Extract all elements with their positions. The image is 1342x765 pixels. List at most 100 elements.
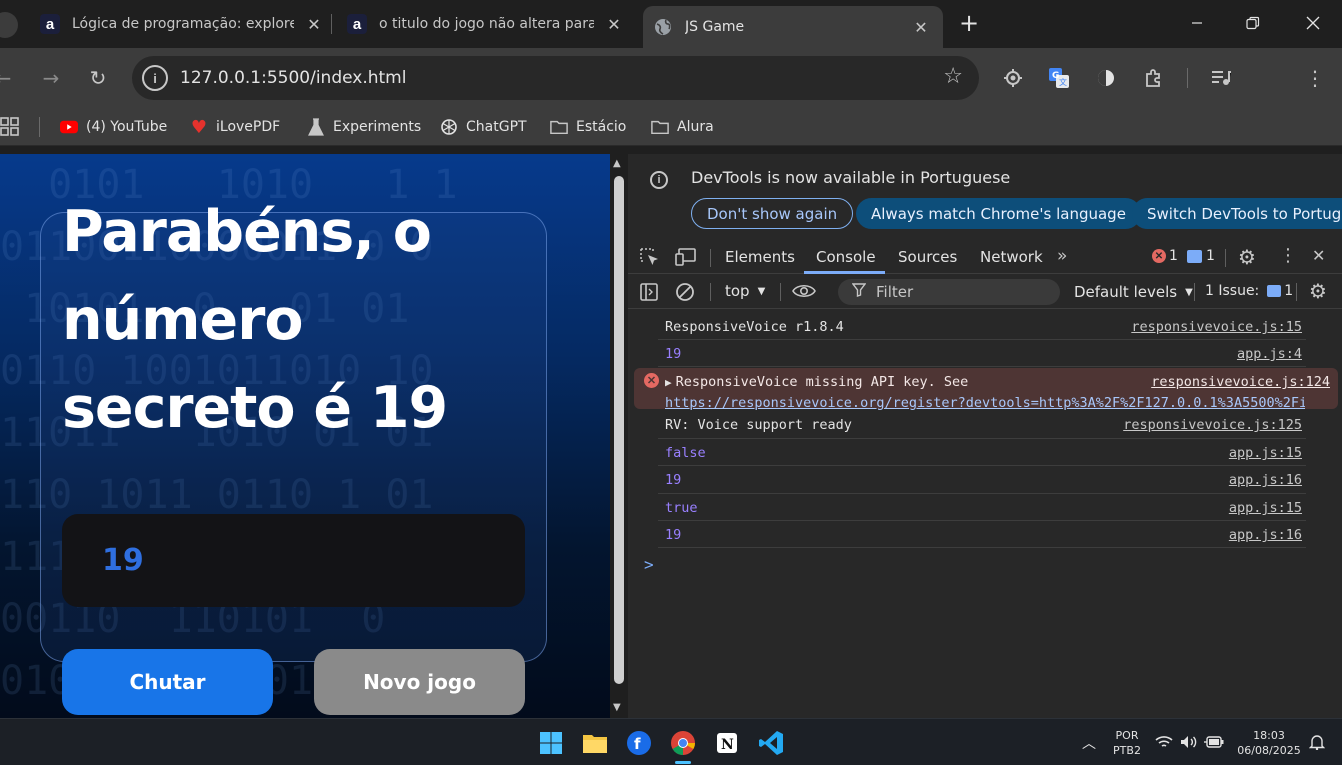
- tab-console[interactable]: Console: [816, 248, 876, 266]
- tab-titulo-jogo[interactable]: a o titulo do jogo não altera para ✕: [337, 6, 637, 42]
- bookmarks-separator: [39, 117, 40, 137]
- dark-mode-icon[interactable]: [1089, 61, 1123, 95]
- tab-network[interactable]: Network: [980, 248, 1043, 266]
- log-levels-dropdown[interactable]: Default levels ▼: [1074, 283, 1193, 301]
- message-icon: [1187, 249, 1202, 263]
- address-bar[interactable]: i 127.0.0.1:5500/index.html ☆: [132, 56, 979, 100]
- media-controls-icon[interactable]: [1204, 61, 1238, 95]
- menu-kebab-icon[interactable]: ⋮: [1298, 61, 1332, 95]
- live-expression-eye-icon[interactable]: [792, 283, 816, 299]
- tab-elements[interactable]: Elements: [725, 248, 795, 266]
- context-selector[interactable]: top ▼: [725, 282, 765, 300]
- bookmark-chatgpt[interactable]: ChatGPT: [440, 116, 527, 138]
- tab-logica-programacao[interactable]: a Lógica de programação: explore ✕: [30, 6, 330, 42]
- notion-icon[interactable]: N: [712, 728, 742, 758]
- bar-separator: [710, 283, 711, 301]
- tab-js-game[interactable]: JS Game ✕: [643, 6, 943, 48]
- console-source-link[interactable]: app.js:4: [1237, 346, 1302, 362]
- console-source-link[interactable]: app.js:16: [1229, 527, 1302, 543]
- page-scrollbar[interactable]: ▲ ▼: [610, 154, 628, 718]
- close-icon[interactable]: ✕: [911, 17, 931, 37]
- console-source-link[interactable]: app.js:15: [1229, 445, 1302, 461]
- volume-icon[interactable]: [1180, 734, 1198, 753]
- tab-search-button[interactable]: [0, 12, 18, 38]
- tray-overflow-chevron-icon[interactable]: ︿: [1082, 733, 1096, 753]
- scroll-down-icon[interactable]: ▼: [613, 702, 621, 713]
- console-source-link[interactable]: responsivevoice.js:125: [1123, 417, 1302, 433]
- file-explorer-icon[interactable]: [580, 728, 610, 758]
- more-tabs-icon[interactable]: »: [1057, 246, 1067, 266]
- message-count-badge[interactable]: 1: [1187, 248, 1215, 264]
- bookmark-estacio[interactable]: Estácio: [550, 116, 626, 138]
- guess-button[interactable]: Chutar: [62, 649, 273, 715]
- forward-icon[interactable]: →: [34, 61, 68, 95]
- console-row: 19 app.js:16: [658, 466, 1306, 494]
- bookmark-label: iLovePDF: [216, 119, 281, 135]
- bookmark-alura[interactable]: Alura: [651, 116, 714, 138]
- url-text[interactable]: 127.0.0.1:5500/index.html: [180, 68, 406, 88]
- bookmark-ilovepdf[interactable]: ♥ iLovePDF: [190, 116, 280, 138]
- console-settings-gear-icon[interactable]: ⚙: [1309, 279, 1327, 303]
- scroll-up-icon[interactable]: ▲: [613, 158, 621, 169]
- scrollbar-thumb[interactable]: [614, 176, 624, 684]
- match-language-button[interactable]: Always match Chrome's language: [856, 198, 1141, 229]
- close-devtools-icon[interactable]: ✕: [1312, 246, 1325, 265]
- switch-language-button[interactable]: Switch DevTools to Portuguese: [1132, 198, 1342, 229]
- dont-show-again-button[interactable]: Don't show again: [691, 198, 854, 229]
- input-language-indicator[interactable]: POR PTB2: [1110, 728, 1144, 758]
- back-icon[interactable]: ←: [0, 61, 20, 95]
- guess-input[interactable]: 19: [62, 514, 525, 607]
- reload-icon[interactable]: ↻: [81, 61, 115, 95]
- device-toolbar-icon[interactable]: [675, 248, 697, 266]
- expand-triangle-icon[interactable]: ▶: [665, 376, 672, 389]
- console-text: 19: [665, 472, 682, 488]
- vscode-icon[interactable]: [756, 728, 786, 758]
- console-source-link[interactable]: app.js:16: [1229, 472, 1302, 488]
- console-prompt[interactable]: >: [644, 555, 654, 574]
- bookmark-youtube[interactable]: (4) YouTube: [60, 116, 167, 138]
- console-source-link[interactable]: responsivevoice.js:124: [1151, 374, 1330, 390]
- fastmail-icon[interactable]: f: [624, 728, 654, 758]
- new-tab-button[interactable]: +: [956, 9, 982, 37]
- register-link[interactable]: https://responsivevoice.org/register?dev…: [665, 395, 1305, 411]
- close-icon[interactable]: ✕: [304, 14, 324, 34]
- battery-icon[interactable]: [1204, 734, 1224, 753]
- banner-message: DevTools is now available in Portuguese: [691, 168, 1011, 187]
- console-source-link[interactable]: responsivevoice.js:15: [1131, 319, 1302, 335]
- start-windows-icon[interactable]: [536, 728, 566, 758]
- context-label: top: [725, 282, 750, 300]
- language-banner: i DevTools is now available in Portugues…: [628, 154, 1342, 240]
- sidebar-toggle-icon[interactable]: [640, 283, 658, 301]
- lens-icon[interactable]: [996, 61, 1030, 95]
- console-output: ResponsiveVoice r1.8.4 responsivevoice.j…: [628, 310, 1342, 718]
- new-game-button[interactable]: Novo jogo: [314, 649, 525, 715]
- tab-sources[interactable]: Sources: [898, 248, 957, 266]
- minimize-button[interactable]: [1174, 0, 1220, 46]
- apps-grid-icon[interactable]: [0, 117, 20, 141]
- more-options-icon[interactable]: ⋮: [1279, 245, 1297, 266]
- bookmark-experiments[interactable]: Experiments: [307, 116, 421, 138]
- bookmark-star-icon[interactable]: ☆: [943, 64, 963, 89]
- translate-icon[interactable]: G文: [1042, 61, 1076, 95]
- flask-icon: [307, 118, 325, 136]
- clock[interactable]: 18:03 06/08/2025: [1232, 728, 1306, 758]
- issues-counter[interactable]: 1 Issue: 1: [1205, 283, 1293, 299]
- svg-text:N: N: [721, 737, 734, 753]
- close-icon[interactable]: ✕: [604, 14, 624, 34]
- console-source-link[interactable]: app.js:15: [1229, 500, 1302, 516]
- notifications-icon[interactable]: [1308, 734, 1326, 754]
- error-count-badge[interactable]: ✕ 1: [1152, 248, 1178, 264]
- close-window-button[interactable]: [1290, 0, 1336, 46]
- site-info-icon[interactable]: i: [142, 65, 168, 91]
- bookmark-label: Alura: [677, 119, 714, 135]
- wifi-icon[interactable]: [1155, 734, 1173, 753]
- chrome-icon[interactable]: [668, 728, 698, 758]
- inspect-element-icon[interactable]: [640, 248, 660, 266]
- console-error-text: ▶ ResponsiveVoice missing API key. See: [665, 374, 968, 390]
- settings-gear-icon[interactable]: ⚙: [1238, 245, 1256, 269]
- extensions-icon[interactable]: [1136, 61, 1170, 95]
- restore-button[interactable]: [1230, 0, 1276, 46]
- clear-console-icon[interactable]: [675, 282, 695, 302]
- console-filter-input[interactable]: Filter: [838, 279, 1060, 305]
- issues-label: 1 Issue:: [1205, 283, 1260, 299]
